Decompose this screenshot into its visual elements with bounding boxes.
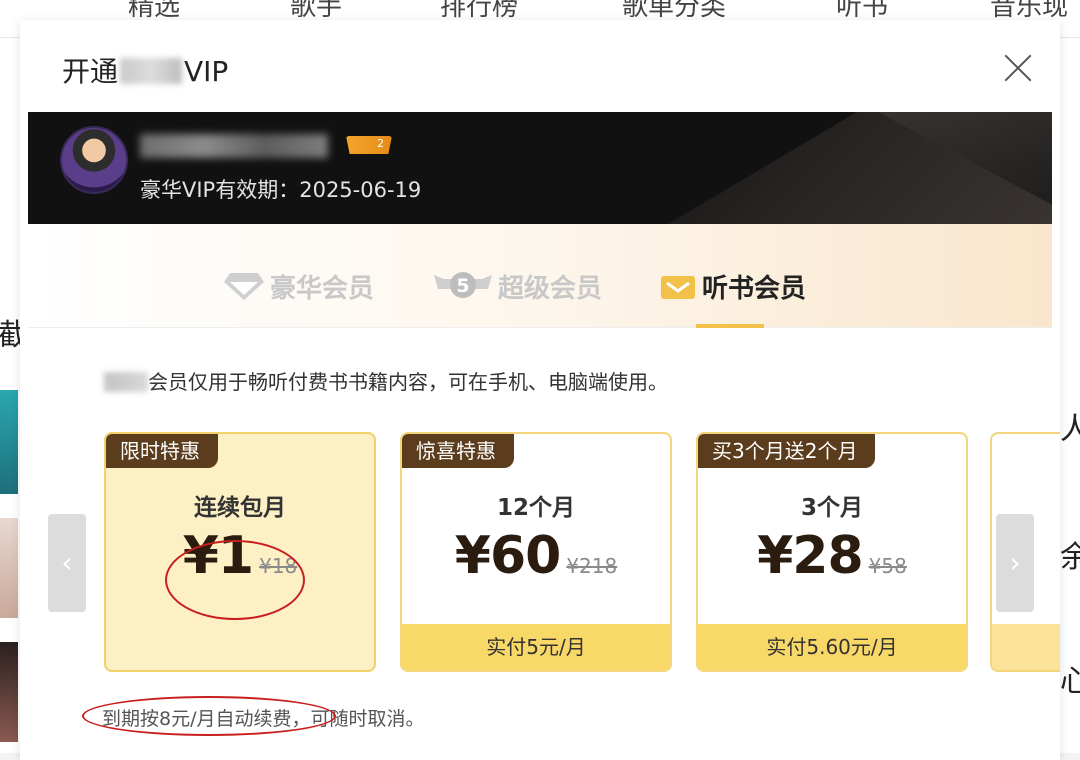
audiobook-icon xyxy=(660,273,696,308)
tab-label: 听书会员 xyxy=(702,274,807,304)
auto-renew-highlight: 到期按8元/月自动续费 xyxy=(102,708,292,730)
membership-description: 会员仅用于畅听付费书书籍内容，可在手机、电脑端使用。 xyxy=(104,366,668,395)
vip-expiry-text: 豪华VIP有效期：2025-06-19 xyxy=(140,178,422,202)
dialog-title-prefix: 开通 xyxy=(62,55,119,88)
plan-original-price: ¥58 xyxy=(868,554,907,578)
background-left-column: 截 xyxy=(0,38,28,753)
dialog-title: 开通 VIP xyxy=(62,50,228,90)
vip-purchase-dialog: 开通 VIP 2 豪华VIP有效期：2025-06-19 豪华会员 5 超级会员 … xyxy=(20,20,1060,760)
plan-monthly-cost: 实付5元/月 xyxy=(402,624,670,670)
diamond-icon xyxy=(224,271,264,308)
tab-label: 豪华会员 xyxy=(270,274,375,304)
tab-audiobook-vip[interactable]: 听书会员 xyxy=(660,268,806,308)
prev-plan-arrow-icon[interactable]: ‹ xyxy=(48,514,86,612)
auto-renew-note: 到期按8元/月自动续费，可随时取消。 xyxy=(102,704,425,731)
close-icon[interactable] xyxy=(1000,50,1036,86)
plan-card-monthly[interactable]: 限时特惠 连续包月 ¥1 ¥18 xyxy=(104,432,376,672)
background-right-column: 人 余 心 xyxy=(1058,38,1080,753)
plan-card-3-months[interactable]: 买3个月送2个月 3个月 ¥28 ¥58 实付5.60元/月 xyxy=(696,432,968,672)
plan-tag: 惊喜特惠 xyxy=(402,434,514,468)
plan-original-price: ¥218 xyxy=(566,554,618,578)
plan-period: 3个月 xyxy=(800,495,863,521)
blurred-brand-name xyxy=(104,372,148,392)
background-thumbnail[interactable] xyxy=(0,390,18,494)
plan-price-line: ¥1 ¥18 xyxy=(106,526,374,586)
background-thumbnail[interactable] xyxy=(0,518,18,618)
auto-renew-rest: ，可随时取消。 xyxy=(291,708,425,730)
background-text: 余 xyxy=(1060,540,1080,575)
membership-tabs: 豪华会员 5 超级会员 听书会员 xyxy=(28,224,1052,328)
user-info-bar: 2 豪华VIP有效期：2025-06-19 xyxy=(28,112,1052,224)
tab-deluxe-vip[interactable]: 豪华会员 xyxy=(224,268,374,308)
plan-price: ¥1 xyxy=(182,526,254,586)
plan-card-12-months[interactable]: 惊喜特惠 12个月 ¥60 ¥218 实付5元/月 xyxy=(400,432,672,672)
blurred-username xyxy=(140,134,328,158)
active-tab-indicator xyxy=(696,324,764,328)
plan-price-line: ¥28 ¥58 xyxy=(698,526,966,586)
tab-label: 超级会员 xyxy=(498,274,603,304)
background-text: 人 xyxy=(1060,412,1080,447)
plan-card-footer xyxy=(992,624,1060,670)
plan-price-line: ¥60 ¥218 xyxy=(402,526,670,586)
svg-text:5: 5 xyxy=(456,275,469,297)
plan-tag: 买3个月送2个月 xyxy=(698,434,876,468)
background-text: 心 xyxy=(1060,664,1080,699)
super-s-badge-icon: 5 xyxy=(434,269,492,308)
description-text: 会员仅用于畅听付费书书籍内容，可在手机、电脑端使用。 xyxy=(148,370,668,394)
vip-level-badge-icon: 2 xyxy=(346,136,392,154)
plan-period: 连续包月 xyxy=(194,495,286,521)
plan-price: ¥28 xyxy=(757,526,864,586)
background-thumbnail[interactable] xyxy=(0,642,18,742)
dialog-title-suffix: VIP xyxy=(184,55,229,88)
next-plan-arrow-icon[interactable]: › xyxy=(996,514,1034,612)
tab-super-vip[interactable]: 5 超级会员 xyxy=(434,268,602,308)
arrow-glyph: › xyxy=(1009,546,1021,579)
arrow-glyph: ‹ xyxy=(61,546,73,579)
plan-original-price: ¥18 xyxy=(259,554,298,578)
plan-monthly-cost: 实付5.60元/月 xyxy=(698,624,966,670)
plan-period: 12个月 xyxy=(496,495,575,521)
blurred-brand-name xyxy=(120,58,183,84)
vip-level-number: 2 xyxy=(377,137,384,150)
plan-tag: 限时特惠 xyxy=(106,434,218,468)
plan-price: ¥60 xyxy=(454,526,562,586)
avatar[interactable] xyxy=(60,126,128,194)
